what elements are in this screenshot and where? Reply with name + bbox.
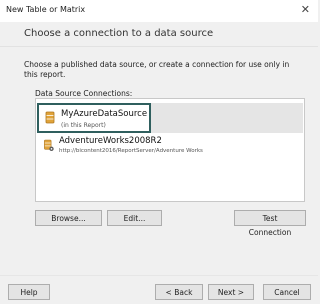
list-item-subtitle: (in this Report) bbox=[61, 122, 106, 129]
database-icon bbox=[45, 111, 55, 124]
list-item-name: AdventureWorks2008R2 bbox=[59, 136, 162, 146]
list-item-myazuredatasource[interactable]: MyAzureDataSource (in this Report) bbox=[37, 103, 151, 133]
header-divider bbox=[0, 46, 318, 47]
shared-database-icon bbox=[44, 139, 54, 151]
title-bar: New Table or Matrix ✕ bbox=[0, 0, 318, 22]
browse-button[interactable]: Browse... bbox=[35, 210, 102, 226]
list-item-adventureworks2008r2[interactable]: AdventureWorks2008R2 http://bicontent201… bbox=[37, 135, 297, 161]
next-button[interactable]: Next > bbox=[208, 284, 254, 300]
help-button[interactable]: Help bbox=[8, 284, 50, 300]
cancel-button[interactable]: Cancel bbox=[263, 284, 311, 300]
close-icon[interactable]: ✕ bbox=[301, 3, 310, 17]
edit-button[interactable]: Edit... bbox=[107, 210, 162, 226]
list-item-subtitle: http://bicontent2016/ReportServer/Advent… bbox=[59, 148, 203, 154]
data-source-connections-list[interactable]: MyAzureDataSource (in this Report) Adven… bbox=[35, 98, 305, 202]
page-title: Choose a connection to a data source bbox=[24, 28, 214, 39]
test-connection-button[interactable]: Test Connection bbox=[234, 210, 306, 237]
window-title: New Table or Matrix bbox=[6, 5, 86, 14]
list-item-name: MyAzureDataSource bbox=[61, 109, 148, 119]
new-table-or-matrix-dialog: New Table or Matrix ✕ Choose a connectio… bbox=[0, 0, 318, 304]
page-description: Choose a published data source, or creat… bbox=[24, 60, 290, 79]
selected-row-highlight bbox=[151, 103, 303, 133]
data-source-connections-label: Data Source Connections: bbox=[35, 89, 133, 98]
back-button[interactable]: < Back bbox=[155, 284, 203, 300]
